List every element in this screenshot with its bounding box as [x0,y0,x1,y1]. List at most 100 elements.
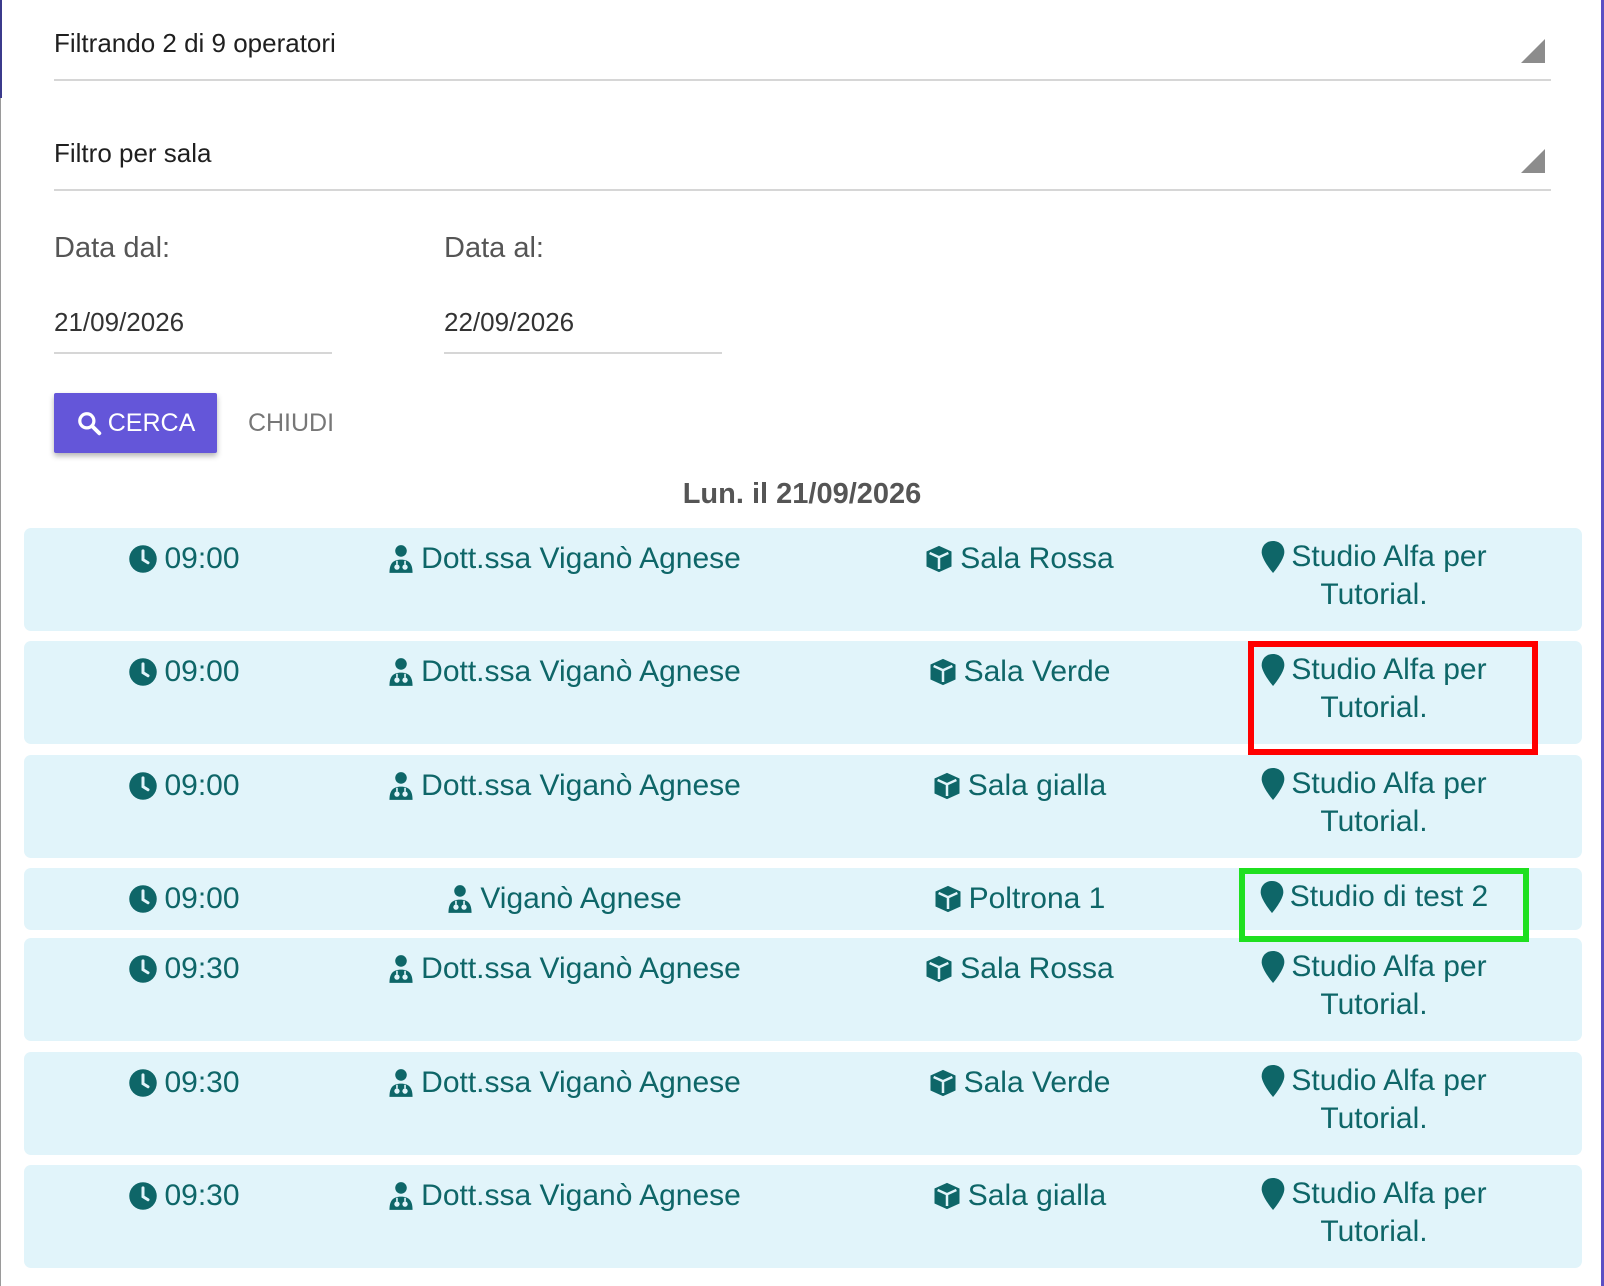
appointment-operator: Dott.ssa Viganò Agnese [324,542,804,576]
appointment-place: Studio Alfa per Tutorial. [1204,1175,1544,1251]
appointment-row[interactable]: 09:30 Dott.ssa Viganò Agnese Sala Rossa Stu… [24,938,1582,1041]
cube-icon [926,545,952,573]
appointment-row[interactable]: 09:30 Dott.ssa Viganò Agnese Sala gialla St… [24,1165,1582,1268]
appointment-place-line2: Tutorial. [1320,691,1428,724]
appointment-operator: Viganò Agnese [324,882,804,916]
date-from-input[interactable] [54,292,332,354]
appointment-operator-text: Dott.ssa Viganò Agnese [421,542,741,575]
appointment-place: Studio di test 2 [1204,878,1544,916]
window-edge-left [0,0,2,98]
appointment-operator: Dott.ssa Viganò Agnese [324,769,804,803]
close-button[interactable]: CHIUDI [240,393,342,453]
appointment-place: Studio Alfa per Tutorial. [1204,538,1544,614]
cube-icon [935,885,961,913]
clock-icon [129,545,158,573]
appointment-operator-text: Dott.ssa Viganò Agnese [421,952,741,985]
user-md-icon [389,1182,413,1210]
map-marker-icon [1260,881,1284,913]
appointment-time: 09:00 [104,769,264,803]
appointment-place-line2: Tutorial. [1320,805,1428,838]
cube-icon [930,658,956,686]
operator-filter-select[interactable]: Filtrando 2 di 9 operatori [54,0,1551,81]
appointment-operator: Dott.ssa Viganò Agnese [324,655,804,689]
appointment-place-line1: Studio Alfa per [1291,1177,1487,1210]
cube-icon [930,1069,956,1097]
appointment-time: 09:30 [104,952,264,986]
cube-icon [934,1182,960,1210]
cube-icon [926,955,952,983]
appointment-operator-text: Dott.ssa Viganò Agnese [421,769,741,802]
appointment-time: 09:00 [104,542,264,576]
appointment-row[interactable]: 09:00 Viganò Agnese Poltrona 1 Studio di te… [24,868,1582,930]
appointment-place-line1: Studio Alfa per [1291,950,1487,983]
appointment-place-line2: Tutorial. [1320,1102,1428,1135]
search-button[interactable]: CERCA [54,393,217,453]
search-button-label: CERCA [107,408,196,437]
appointment-operator-text: Dott.ssa Viganò Agnese [421,1066,741,1099]
map-marker-icon [1262,951,1285,983]
appointment-room-text: Sala Verde [963,655,1111,688]
appointment-room: Sala Verde [864,1066,1174,1100]
appointment-room: Sala gialla [864,769,1174,803]
date-to-label: Data al: [444,232,544,264]
appointment-row[interactable]: 09:00 Dott.ssa Viganò Agnese Sala Verde Stu… [24,641,1582,744]
appointment-place-line1: Studio Alfa per [1291,540,1487,573]
appointment-room: Poltrona 1 [864,882,1174,916]
appointment-place-line2: Tutorial. [1320,1215,1428,1248]
appointment-operator: Dott.ssa Viganò Agnese [324,1179,804,1213]
appointment-time-text: 09:00 [164,769,240,802]
appointment-room-text: Sala Rossa [960,952,1114,985]
appointment-place-line2: Tutorial. [1320,988,1428,1021]
window-edge-left-lower [0,98,1,1286]
appointment-place: Studio Alfa per Tutorial. [1204,765,1544,841]
map-marker-icon [1262,1065,1285,1097]
date-to-input[interactable] [444,292,722,354]
appointment-room-text: Sala gialla [967,1179,1107,1212]
appointment-operator-text: Viganò Agnese [480,882,682,915]
appointment-row[interactable]: 09:30 Dott.ssa Viganò Agnese Sala Verde Stu… [24,1052,1582,1155]
room-filter-select[interactable]: Filtro per sala [54,110,1551,191]
date-from-label: Data dal: [54,232,171,264]
dropdown-arrow-icon [1521,39,1545,63]
room-filter-label: Filtro per sala [54,138,212,168]
clock-icon [129,1069,158,1097]
appointment-place: Studio Alfa per Tutorial. [1204,948,1544,1024]
day-heading: Lun. il 21/09/2026 [682,478,922,510]
appointment-time-text: 09:00 [164,655,240,688]
appointment-time: 09:00 [104,655,264,689]
appointment-time-text: 09:30 [164,1066,240,1099]
appointment-room: Sala gialla [864,1179,1174,1213]
appointment-room: Sala Verde [864,655,1174,689]
clock-icon [129,772,158,800]
appointment-place-line2: Tutorial. [1320,578,1428,611]
appointment-place-line1: Studio Alfa per [1291,1064,1487,1097]
appointment-place-line1: Studio Alfa per [1291,653,1487,686]
appointment-row[interactable]: 09:00 Dott.ssa Viganò Agnese Sala gialla St… [24,755,1582,858]
appointment-row[interactable]: 09:00 Dott.ssa Viganò Agnese Sala Rossa Stu… [24,528,1582,631]
appointment-room-text: Sala gialla [967,769,1107,802]
appointment-room: Sala Rossa [864,952,1174,986]
appointment-time-text: 09:30 [164,952,240,985]
appointment-room-text: Sala Verde [963,1066,1111,1099]
appointment-place: Studio Alfa per Tutorial. [1204,651,1544,727]
appointment-time-text: 09:00 [164,542,240,575]
map-marker-icon [1262,1178,1285,1210]
appointment-place-line1: Studio Alfa per [1291,767,1487,800]
user-md-icon [448,885,472,913]
dropdown-arrow-icon [1521,149,1545,173]
appointment-operator: Dott.ssa Viganò Agnese [324,1066,804,1100]
map-marker-icon [1262,768,1285,800]
appointment-operator-text: Dott.ssa Viganò Agnese [421,1179,741,1212]
clock-icon [129,885,158,913]
appointment-time-text: 09:30 [164,1179,240,1212]
cube-icon [934,772,960,800]
user-md-icon [389,772,413,800]
appointment-operator: Dott.ssa Viganò Agnese [324,952,804,986]
appointment-room-text: Sala Rossa [960,542,1114,575]
appointment-time-text: 09:00 [164,882,240,915]
appointment-time: 09:30 [104,1066,264,1100]
user-md-icon [389,658,413,686]
user-md-icon [389,1069,413,1097]
clock-icon [129,1182,158,1210]
appointment-time: 09:30 [104,1179,264,1213]
